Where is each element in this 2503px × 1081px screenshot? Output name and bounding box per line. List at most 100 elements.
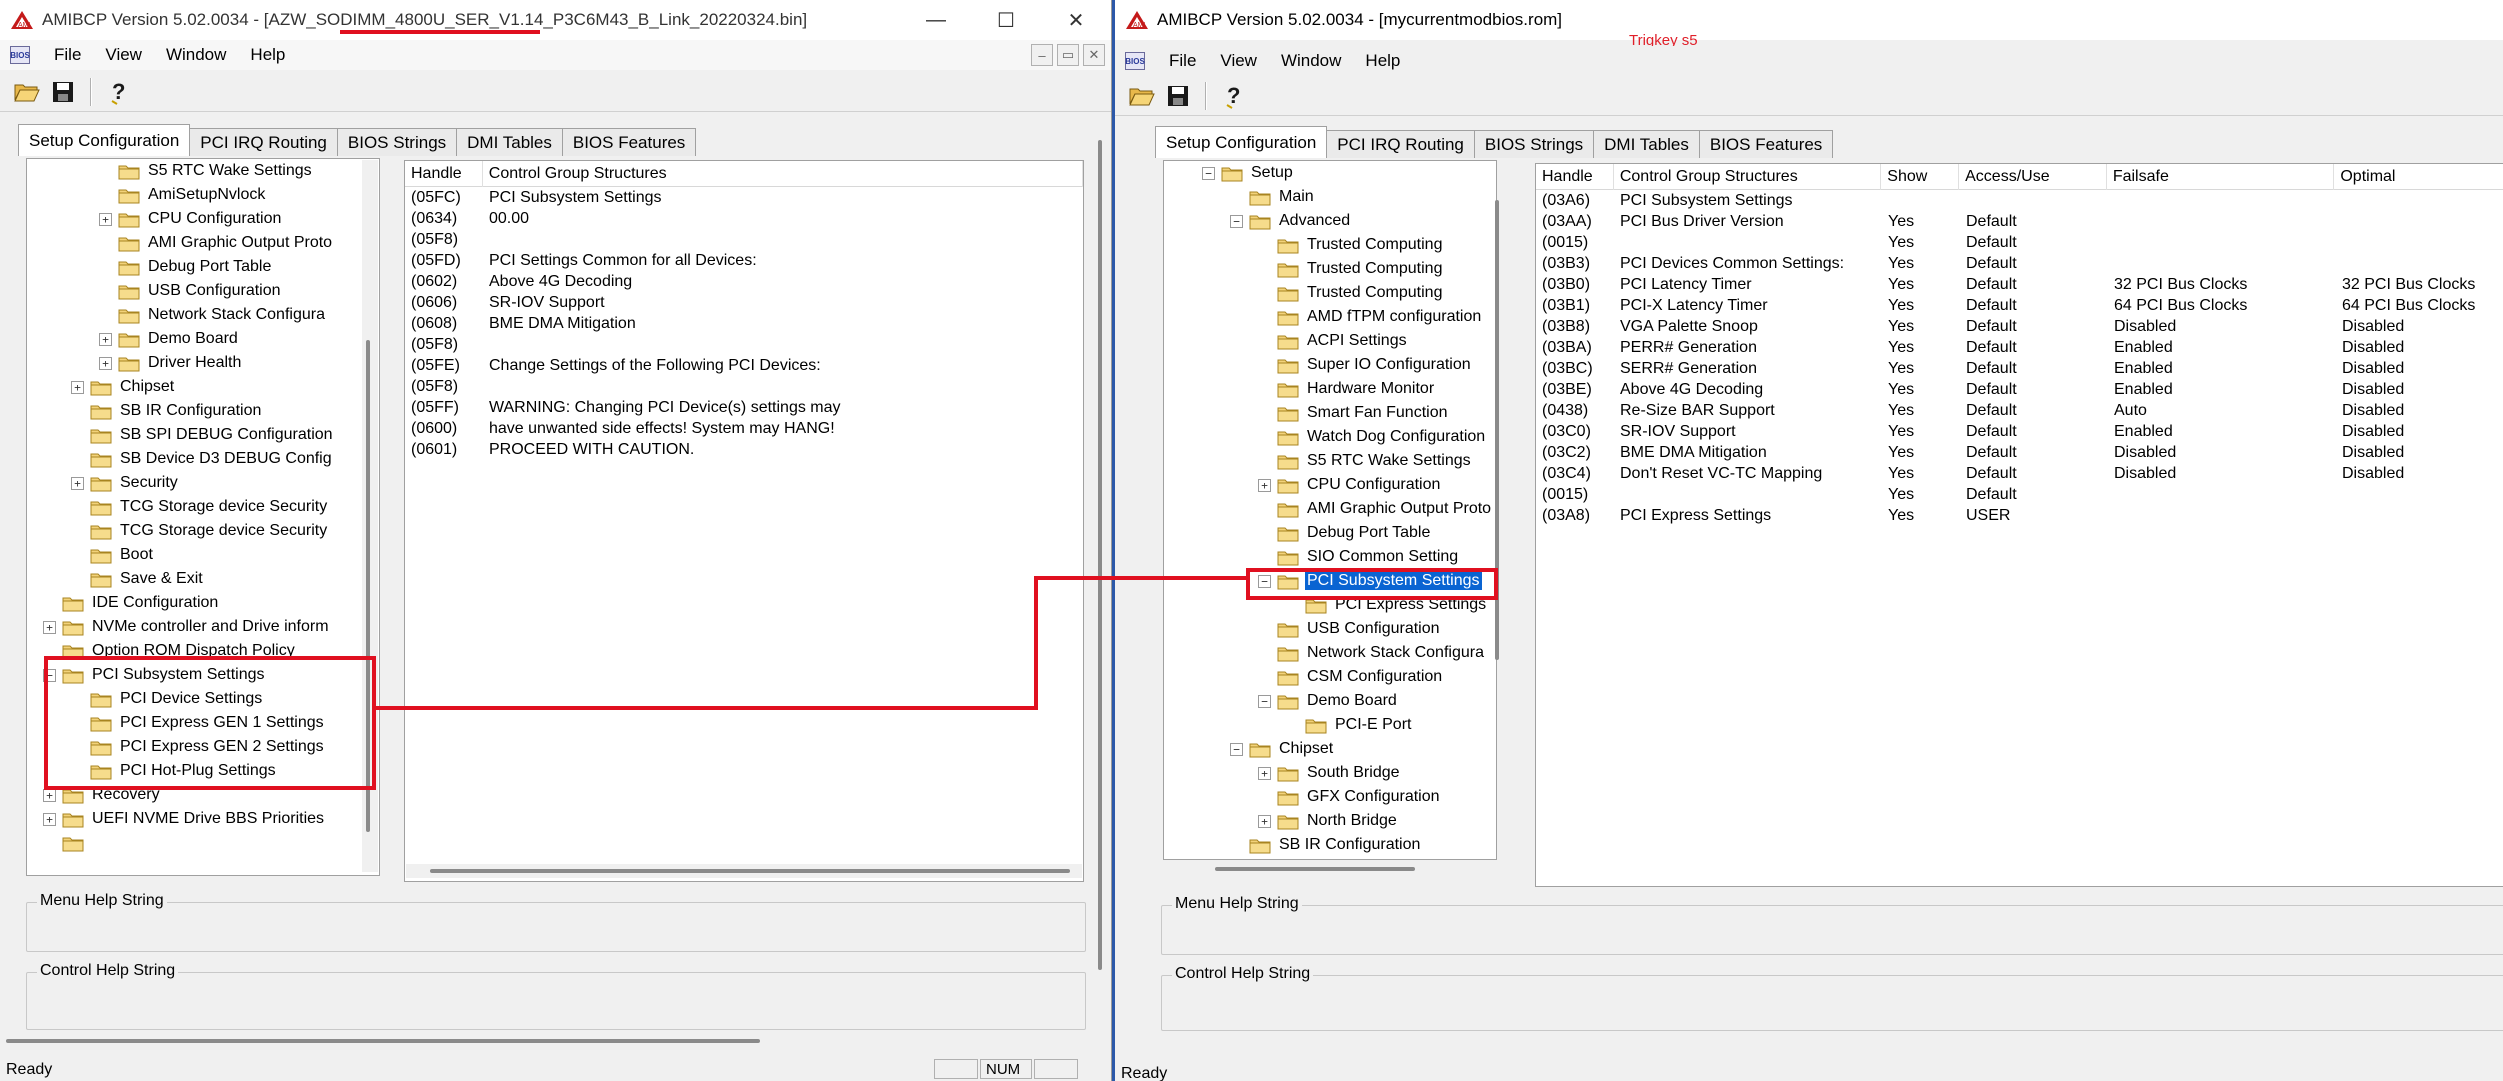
column-control-group[interactable]: Control Group Structures [483,161,1083,187]
tree-item[interactable]: Hardware Monitor [1258,377,1436,401]
column-handle[interactable]: Handle [1536,164,1614,190]
tree-item[interactable]: USB Configuration [1258,617,1442,641]
collapse-icon[interactable]: − [1258,574,1271,588]
tree-item[interactable]: + UEFI NVME Drive BBS Priorities [43,807,326,831]
tree-item[interactable]: TCG Storage device Security [71,519,329,543]
minimize-button[interactable]: — [901,0,971,40]
open-folder-icon[interactable] [12,77,42,107]
left-control-list[interactable]: Handle Control Group Structures (05FC) PC… [404,160,1084,882]
menu-view[interactable]: View [93,45,154,65]
tree-item[interactable]: Trusted Computing [1258,281,1444,305]
tree-item[interactable]: Option ROM Dispatch Policy [43,639,297,663]
table-row[interactable]: (0438) Re-Size BAR Support Yes Default Auto D… [1536,402,2503,423]
tree-item[interactable]: PCI Express Settings [1286,593,1488,617]
tab-bios-features[interactable]: BIOS Features [1698,130,1834,158]
tree-item[interactable]: + South Bridge [1258,761,1402,785]
tree-item[interactable]: + CPU Configuration [1258,473,1442,497]
tree-item[interactable]: Boot [71,543,155,567]
tab-bios-strings[interactable]: BIOS Strings [1473,130,1595,158]
tree-item[interactable]: − Advanced [1230,209,1352,233]
table-row[interactable]: (03C4) Don't Reset VC-TC Mapping Yes Defaul… [1536,465,2503,486]
expand-icon[interactable]: + [99,356,112,370]
right-title-bar[interactable]: AMI AMIBCP Version 5.02.0034 - [mycurren… [1115,0,2503,40]
tree-item[interactable]: Save & Exit [71,567,205,591]
expand-icon[interactable]: + [1258,478,1271,492]
menu-window[interactable]: Window [1269,51,1353,71]
menu-help[interactable]: Help [1353,51,1412,71]
tree-item[interactable]: − PCI Subsystem Settings [43,663,267,687]
right-setup-tree[interactable]: − Setup Main − Advanced Trusted Computing Trus… [1163,160,1497,860]
tree-item[interactable]: ACPI Settings [1258,329,1409,353]
column-show[interactable]: Show [1881,164,1960,190]
tree-item[interactable]: + Driver Health [99,351,243,375]
tree-item[interactable]: PCI Express GEN 1 Settings [71,711,326,735]
left-list-hscrollbar[interactable] [406,864,1082,878]
tree-item[interactable]: SB IR Configuration [71,399,263,423]
tree-item[interactable]: Watch Dog Configuration [1258,425,1487,449]
menu-view[interactable]: View [1208,51,1269,71]
menu-help[interactable]: Help [238,45,297,65]
collapse-icon[interactable]: − [1230,214,1243,228]
column-failsafe[interactable]: Failsafe [2107,164,2335,190]
tree-item[interactable]: SIO Common Setting [1258,545,1460,569]
table-row[interactable]: (05F8) [405,378,1083,399]
tree-item[interactable] [43,831,94,855]
tree-item[interactable]: GFX Configuration [1258,785,1442,809]
table-row[interactable]: (05FF) WARNING: Changing PCI Device(s) se… [405,399,1083,420]
tree-item[interactable]: PCI Hot-Plug Settings [71,759,278,783]
expand-icon[interactable]: + [43,788,56,802]
tab-dmi-tables[interactable]: DMI Tables [456,128,563,156]
tree-item[interactable]: Smart Fan Function [1258,401,1450,425]
tree-item[interactable]: − Chipset [1230,737,1335,761]
menu-window[interactable]: Window [154,45,238,65]
tab-dmi-tables[interactable]: DMI Tables [1593,130,1700,158]
table-row[interactable]: (03AA) PCI Bus Driver Version Yes Default [1536,213,2503,234]
tree-item[interactable]: + Demo Board [99,327,240,351]
tree-item[interactable]: Trusted Computing [1258,233,1444,257]
tree-item[interactable]: PCI-E Port [1286,713,1413,737]
tree-item[interactable]: Debug Port Table [99,255,273,279]
right-tree-scrollbar[interactable] [1491,200,1507,660]
table-row[interactable]: (03B3) PCI Devices Common Settings: Yes Def… [1536,255,2503,276]
tree-item[interactable]: CSM Configuration [1258,665,1444,689]
tree-item[interactable]: Main [1230,185,1316,209]
table-row[interactable]: (03A6) PCI Subsystem Settings [1536,192,2503,213]
tree-item[interactable]: SB SPI DEBUG Configuration [71,423,335,447]
expand-icon[interactable]: + [71,476,84,490]
menu-file[interactable]: File [42,45,93,65]
table-row[interactable]: (0601) PROCEED WITH CAUTION. [405,441,1083,462]
tab-setup-configuration[interactable]: Setup Configuration [18,124,191,156]
expand-icon[interactable]: + [99,212,112,226]
right-control-list[interactable]: Handle Control Group Structures Show Acc… [1535,163,2503,887]
tree-item[interactable]: + Chipset [71,375,176,399]
tree-item[interactable]: + Security [71,471,180,495]
collapse-icon[interactable]: − [1230,742,1243,756]
expand-icon[interactable]: + [1258,766,1271,780]
table-row[interactable]: (0634) 00.00 [405,210,1083,231]
table-row[interactable]: (05F8) [405,231,1083,252]
table-row[interactable]: (0602) Above 4G Decoding [405,273,1083,294]
tree-item[interactable]: PCI Express GEN 2 Settings [71,735,326,759]
table-row[interactable]: (0015) Yes Default [1536,234,2503,255]
tree-item[interactable]: − PCI Subsystem Settings [1258,569,1483,593]
tree-item[interactable]: Debug Port Table [1258,521,1432,545]
collapse-icon[interactable]: − [1202,166,1215,180]
tree-item[interactable]: + North Bridge [1258,809,1399,833]
open-folder-icon[interactable] [1127,81,1157,111]
left-window-scrollbar[interactable] [1094,140,1110,980]
save-icon[interactable] [48,77,78,107]
save-icon[interactable] [1163,81,1193,111]
table-row[interactable]: (0015) Yes Default [1536,486,2503,507]
tree-item[interactable]: + NVMe controller and Drive inform [43,615,331,639]
left-tree-scrollbar[interactable] [362,160,378,872]
tree-item[interactable]: SB IR Configuration [1230,833,1422,857]
tree-item[interactable]: AMD fTPM configuration [1258,305,1483,329]
mdi-close-button[interactable]: ✕ [1083,44,1105,66]
help-icon[interactable]: ? [1219,81,1249,111]
table-row[interactable]: (0608) BME DMA Mitigation [405,315,1083,336]
tree-item[interactable]: AMI Graphic Output Proto [99,231,334,255]
tree-item[interactable]: + Recovery [43,783,162,807]
column-optimal[interactable]: Optimal [2334,164,2503,190]
tab-pci-irq-routing[interactable]: PCI IRQ Routing [189,128,338,156]
left-setup-tree[interactable]: S5 RTC Wake Settings AmiSetupNvlock + CPU C… [26,158,380,876]
